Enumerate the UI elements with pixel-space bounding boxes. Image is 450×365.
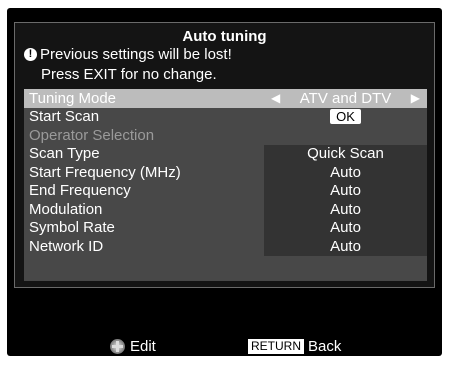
row-label: Symbol Rate xyxy=(29,219,115,237)
row-label: Start Scan xyxy=(29,108,100,126)
dialog-title: Auto tuning xyxy=(182,28,267,45)
row-scan-type[interactable]: Scan Type Quick Scan xyxy=(24,144,427,163)
back-hint: RETURN Back xyxy=(248,338,341,355)
row-operator-selection: Operator Selection xyxy=(24,126,427,145)
row-value: Auto xyxy=(264,163,427,182)
row-label: Start Frequency (MHz) xyxy=(29,163,181,181)
row-label: Operator Selection xyxy=(29,126,155,144)
warning-line: ! Previous settings will be lost! xyxy=(24,46,232,63)
row-value: Auto xyxy=(264,237,427,256)
row-symbol-rate[interactable]: Symbol Rate Auto xyxy=(24,218,427,237)
dpad-icon xyxy=(110,339,125,354)
edit-label: Edit xyxy=(130,338,156,355)
row-modulation[interactable]: Modulation Auto xyxy=(24,200,427,219)
row-value: Auto xyxy=(264,218,427,237)
row-value: Auto xyxy=(264,181,427,200)
warning-text: Previous settings will be lost! xyxy=(40,46,232,63)
row-value: Quick Scan xyxy=(264,144,427,163)
row-label: Tuning Mode xyxy=(29,89,116,107)
exit-note: Press EXIT for no change. xyxy=(41,66,217,83)
tuning-mode-selector[interactable]: ◀ ATV and DTV ▶ xyxy=(264,89,427,108)
back-label: Back xyxy=(308,338,342,355)
row-tuning-mode[interactable]: Tuning Mode ◀ ATV and DTV ▶ xyxy=(24,89,427,108)
row-label: Modulation xyxy=(29,200,103,218)
row-label: End Frequency xyxy=(29,182,131,200)
row-value: Auto xyxy=(264,200,427,219)
dialog-header: Auto tuning ! Previous settings will be … xyxy=(15,23,434,87)
auto-tuning-dialog: Auto tuning ! Previous settings will be … xyxy=(14,22,435,288)
tuning-settings-list: Tuning Mode ◀ ATV and DTV ▶ Start Scan O… xyxy=(24,89,427,281)
row-value xyxy=(264,126,427,145)
return-key-badge: RETURN xyxy=(248,339,304,354)
triangle-right-icon[interactable]: ▶ xyxy=(411,91,420,105)
row-end-frequency[interactable]: End Frequency Auto xyxy=(24,181,427,200)
row-start-scan[interactable]: Start Scan OK xyxy=(24,108,427,127)
row-value: ATV and DTV xyxy=(299,89,392,107)
footer-hints: Edit RETURN Back xyxy=(0,338,450,358)
row-label: Network ID xyxy=(29,237,104,255)
triangle-left-icon[interactable]: ◀ xyxy=(271,91,280,105)
row-network-id[interactable]: Network ID Auto xyxy=(24,237,427,256)
exclamation-circle-icon: ! xyxy=(24,48,37,61)
edit-hint: Edit xyxy=(110,338,156,355)
row-label: Scan Type xyxy=(29,145,100,163)
ok-button[interactable]: OK xyxy=(330,109,361,125)
row-start-frequency[interactable]: Start Frequency (MHz) Auto xyxy=(24,163,427,182)
